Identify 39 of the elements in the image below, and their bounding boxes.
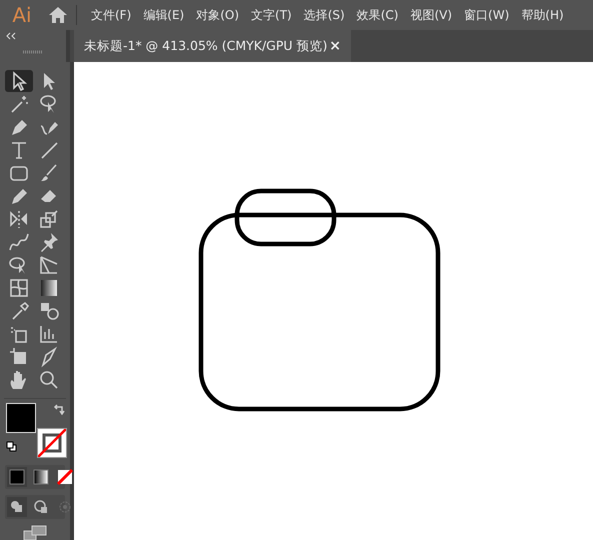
menu-item[interactable]: 文件(F) — [85, 6, 138, 24]
color-swatch-icon — [9, 469, 25, 485]
screen-mode-icon[interactable] — [23, 525, 47, 540]
draw-mode-button[interactable] — [7, 497, 27, 517]
fill-swatch[interactable] — [6, 403, 36, 433]
reflect-tool-icon — [8, 208, 30, 230]
menu-item[interactable]: 对象(O) — [190, 6, 246, 24]
default-colors-icon[interactable] — [6, 441, 17, 452]
draw-mode-icon — [33, 499, 49, 515]
app-logo: Ai — [11, 3, 33, 27]
collapse-icon[interactable] — [6, 32, 16, 40]
perspective-tool-icon — [38, 254, 60, 276]
home-icon[interactable] — [48, 6, 68, 24]
tool-button[interactable] — [5, 70, 33, 92]
zoom-tool-icon — [38, 369, 60, 391]
color-mode-button[interactable] — [55, 467, 75, 487]
blend-tool-icon — [38, 300, 60, 322]
menu-item[interactable]: 帮助(H) — [515, 6, 570, 24]
menu-item[interactable]: 窗口(W) — [458, 6, 516, 24]
menu-item[interactable]: 选择(S) — [298, 6, 351, 24]
grip-icon[interactable] — [23, 50, 43, 54]
gradient-swatch-icon — [33, 469, 49, 485]
document-tab[interactable]: 未标题-1* @ 413.05% (CMYK/GPU 预览)× — [74, 30, 351, 62]
mesh-tool-icon — [8, 277, 30, 299]
menu-item[interactable]: 编辑(E) — [137, 6, 190, 24]
menu-item[interactable]: 视图(V) — [404, 6, 458, 24]
gradient-tool-icon — [38, 277, 60, 299]
menu-item[interactable]: 效果(C) — [350, 6, 404, 24]
none-swatch-icon — [57, 469, 73, 485]
warp-tool-icon — [8, 231, 30, 253]
color-mode-button[interactable] — [7, 467, 27, 487]
scale-tool-icon — [38, 208, 60, 230]
swap-icon[interactable] — [53, 403, 65, 415]
color-mode-button[interactable] — [31, 467, 51, 487]
menu-item[interactable]: 文字(T) — [245, 6, 298, 24]
draw-mode-icon — [9, 499, 25, 515]
graph-tool-icon — [38, 323, 60, 345]
close-button[interactable]: × — [329, 36, 341, 56]
stroke-swatch[interactable] — [37, 428, 67, 458]
